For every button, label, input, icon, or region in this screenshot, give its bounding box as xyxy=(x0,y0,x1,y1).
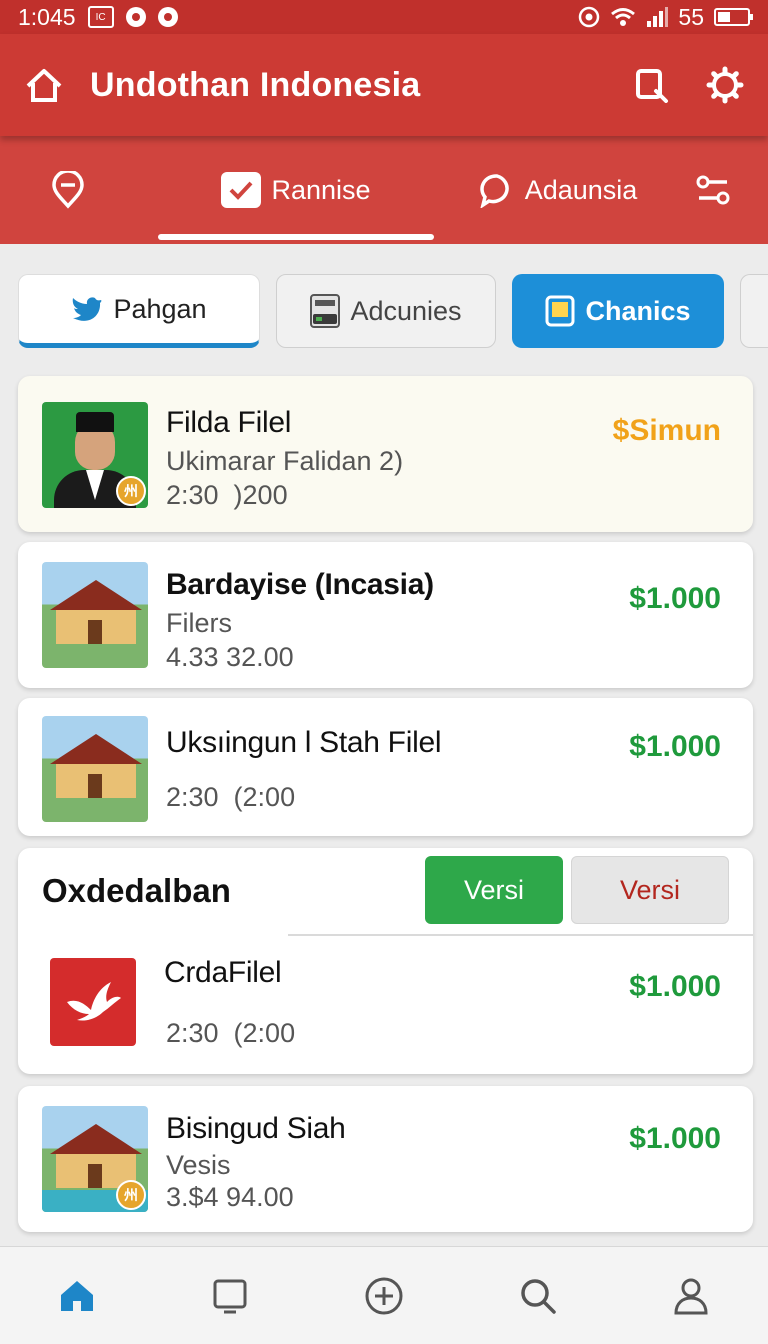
signal-text: 55 xyxy=(678,3,704,30)
search-icon xyxy=(520,1278,556,1314)
house-photo xyxy=(42,562,148,668)
listing-price: $1.000 xyxy=(629,1122,721,1155)
listing-name: Bisingud Siah xyxy=(166,1112,346,1145)
listing-name: CrdaFilel xyxy=(164,956,282,989)
tab-location[interactable] xyxy=(0,136,136,244)
tab-adaunsia-label: Adaunsia xyxy=(524,174,638,205)
list-item[interactable]: Uksıingun l Stah Filel 2:30 (2:00 $1.000 xyxy=(18,698,753,836)
listing-meta: 2:30 (2:00 xyxy=(166,1018,296,1048)
chip-pahgan-label: Pahgan xyxy=(113,293,207,324)
signal-icon xyxy=(647,7,669,27)
notification-dot-icon-2 xyxy=(157,7,178,27)
chip-adcunies-label: Adcunies xyxy=(350,295,462,326)
tab-adaunsia[interactable]: Adaunsia xyxy=(458,136,658,244)
list-item[interactable]: Bardayise (Incasia) Filers 4.33 32.00 $1… xyxy=(18,542,753,688)
settings-gear-icon[interactable] xyxy=(706,66,744,104)
bottom-nav xyxy=(0,1246,768,1344)
nav-profile[interactable] xyxy=(659,1264,723,1328)
wifi-icon xyxy=(611,8,636,26)
app-title: Undothan Indonesia xyxy=(90,65,421,104)
nav-search[interactable] xyxy=(506,1264,570,1328)
section-title: Oxdedalban xyxy=(42,872,231,909)
versi-grey-button[interactable]: Versi xyxy=(571,856,729,924)
listing-meta: 3.$4 94.00 xyxy=(166,1182,294,1212)
target-icon xyxy=(579,6,600,28)
listing-price: $1.000 xyxy=(629,970,721,1003)
listing-price: $1.000 xyxy=(629,582,721,615)
list-item[interactable]: 州 Filda Filel Ukimarar Falidan 2) 2:30 )… xyxy=(18,376,753,532)
section-card: Oxdedalban Versi Versi CrdaFilel 2:30 (2… xyxy=(18,848,753,1074)
bird-icon xyxy=(73,297,102,321)
clock: 1:045 xyxy=(18,3,76,30)
notification-box-icon: IC xyxy=(87,6,114,28)
badge-icon: 州 xyxy=(116,1180,146,1210)
chip-pahgan[interactable]: Pahgan xyxy=(18,274,260,348)
chip-adcunies[interactable]: Adcunies xyxy=(276,274,496,348)
person-photo: 州 xyxy=(42,402,148,508)
home-icon xyxy=(60,1280,93,1311)
versi-green-button[interactable]: Versi xyxy=(425,856,563,924)
status-bar: 1:045 IC 55 xyxy=(0,0,768,34)
filter-chips: Pahgan Adcunies Chanics xyxy=(18,274,768,348)
tab-rannise-label: Rannise xyxy=(271,174,371,205)
profile-icon xyxy=(674,1278,708,1314)
listing-price: $1.000 xyxy=(629,730,721,763)
search-note-icon[interactable] xyxy=(634,67,670,103)
house-pool-photo: 州 xyxy=(42,1106,148,1212)
chat-bubble-icon xyxy=(479,174,509,208)
pdf-bird-icon xyxy=(50,958,136,1046)
notification-dot-icon xyxy=(125,7,146,27)
list-item[interactable]: 州 Bisingud Siah Vesis 3.$4 94.00 $1.000 xyxy=(18,1086,753,1232)
listing-price: $Simun xyxy=(612,414,721,447)
badge-icon: 州 xyxy=(116,476,146,506)
tab-filters[interactable] xyxy=(658,136,768,244)
chip-chanics[interactable]: Chanics xyxy=(512,274,724,348)
card-reader-icon xyxy=(310,294,341,328)
app-bar: Undothan Indonesia xyxy=(0,34,768,136)
listing-meta: 2:30 (2:00 xyxy=(166,782,296,812)
location-pin-icon xyxy=(52,171,84,209)
chip-chanics-label: Chanics xyxy=(585,295,691,326)
tablet-icon xyxy=(213,1279,247,1313)
nav-home[interactable] xyxy=(45,1264,109,1328)
listing-name: Uksıingun l Stah Filel xyxy=(166,726,442,759)
checkmark-icon xyxy=(221,172,262,208)
add-circle-icon xyxy=(365,1277,403,1314)
sliders-icon xyxy=(696,175,730,205)
nav-add[interactable] xyxy=(352,1264,416,1328)
battery-icon xyxy=(714,8,753,26)
house-photo xyxy=(42,716,148,822)
listing-meta: 4.33 32.00 xyxy=(166,642,294,672)
divider xyxy=(288,934,753,936)
top-nav: Rannise Adaunsia xyxy=(0,136,768,244)
tab-rannise[interactable]: Rannise xyxy=(158,136,434,244)
chip-more[interactable] xyxy=(740,274,768,348)
tablet-icon xyxy=(545,295,575,327)
listing-meta: 2:30 )200 xyxy=(166,480,288,510)
listing-name: Bardayise (Incasia) xyxy=(166,568,434,601)
listing-subtitle: Vesis xyxy=(166,1150,231,1180)
listing-name: Filda Filel xyxy=(166,406,292,439)
home-icon[interactable] xyxy=(24,66,64,104)
listing-subtitle: Ukimarar Falidan 2) xyxy=(166,446,404,476)
listing-subtitle: Filers xyxy=(166,608,232,638)
nav-tablet[interactable] xyxy=(198,1264,262,1328)
